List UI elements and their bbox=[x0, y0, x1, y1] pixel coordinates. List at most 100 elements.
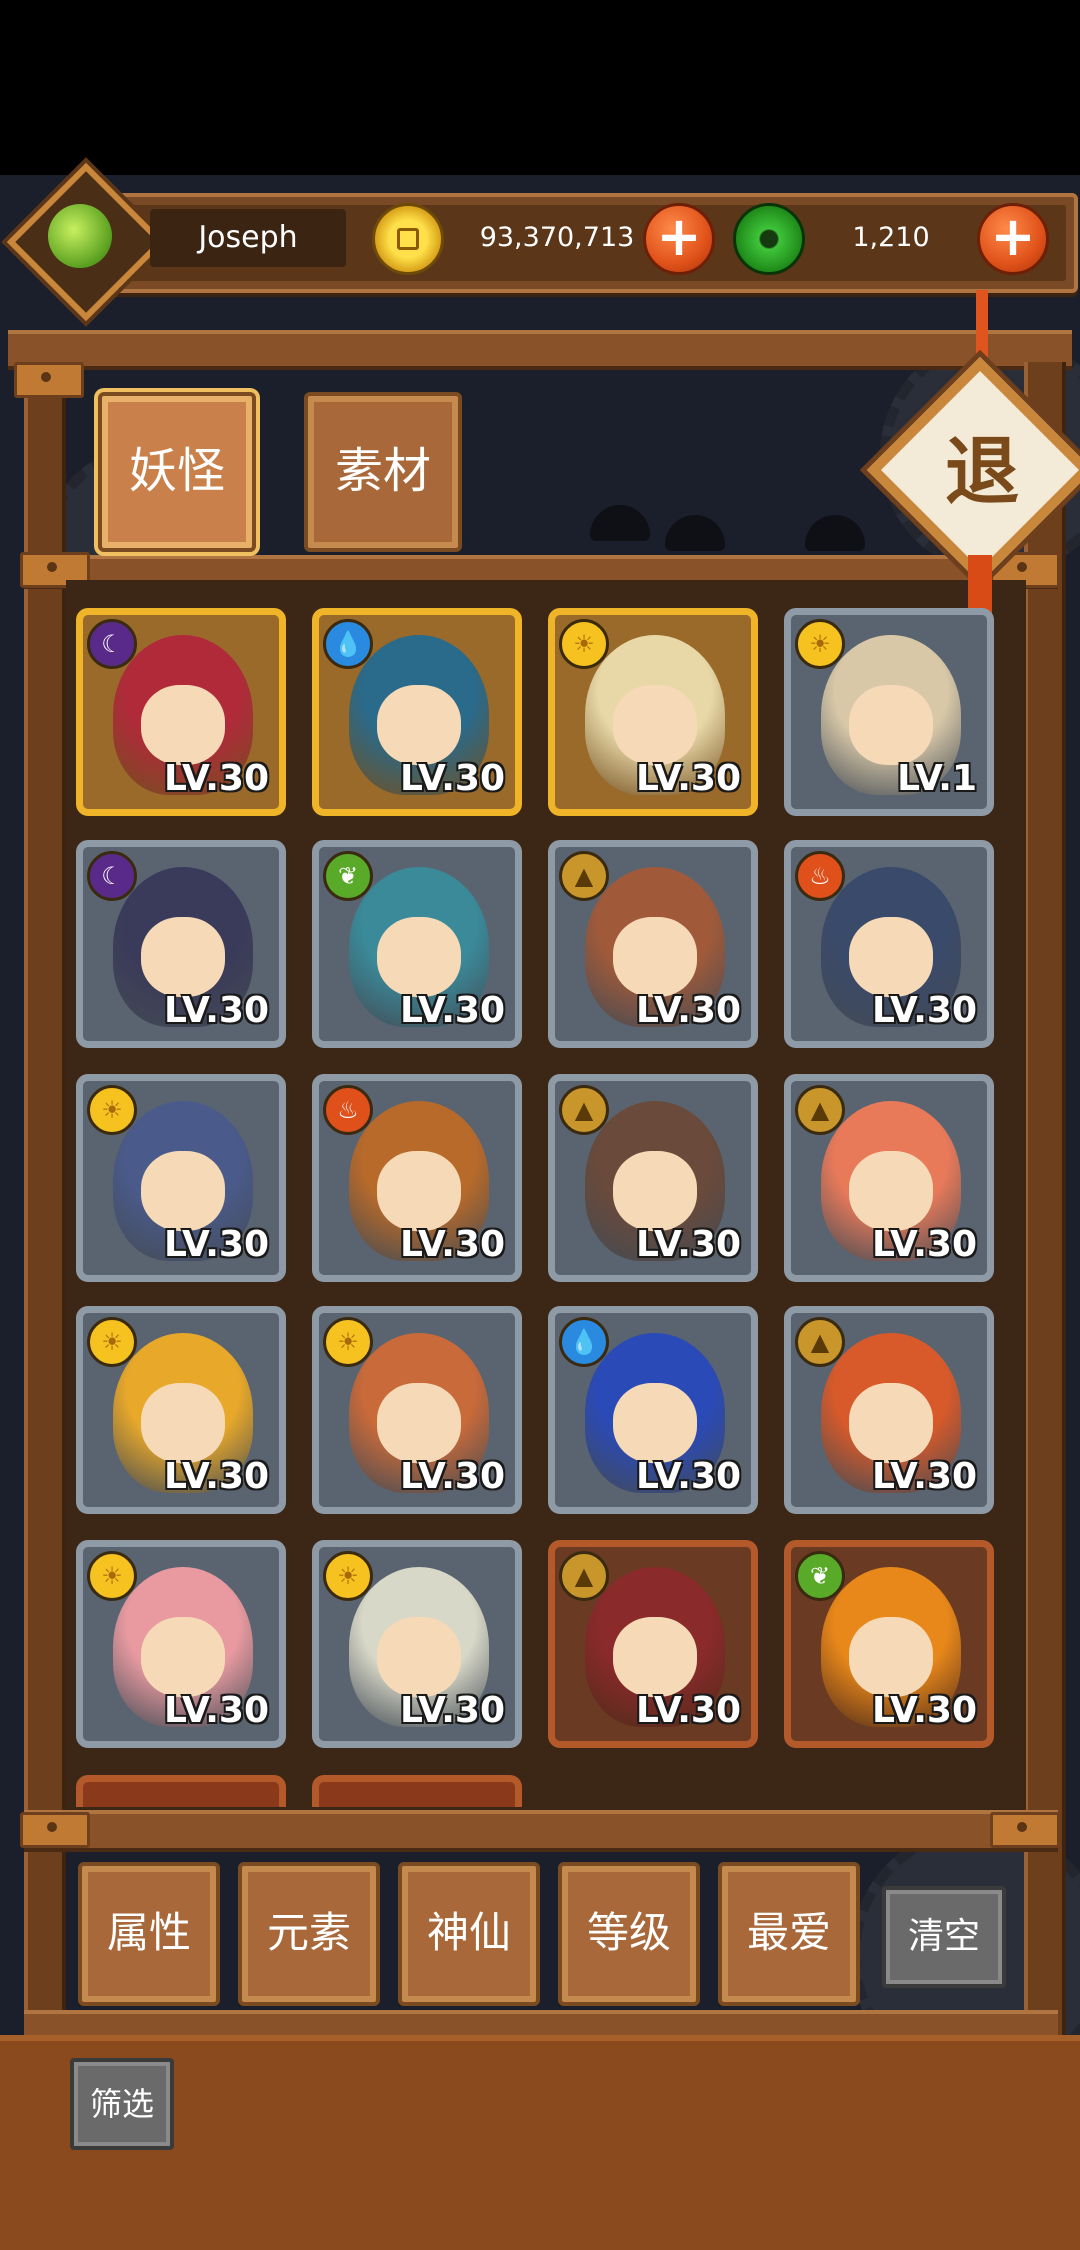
hero-level: LV.30 bbox=[400, 758, 505, 799]
hero-face bbox=[849, 1383, 933, 1463]
fire-element-icon: ♨ bbox=[795, 851, 845, 901]
jade-amount: 1,210 bbox=[852, 222, 930, 253]
left-post bbox=[24, 362, 66, 2042]
hero-card[interactable]: ☀ LV.30 bbox=[76, 1540, 286, 1748]
tab-monsters[interactable]: 妖怪 bbox=[98, 392, 256, 552]
hero-face bbox=[613, 1383, 697, 1463]
dark-element-icon: ☾ bbox=[87, 619, 137, 669]
lower-shelf bbox=[24, 1810, 1058, 1852]
hero-level: LV.30 bbox=[872, 1224, 977, 1265]
hero-card[interactable]: ☀ LV.1 bbox=[784, 608, 994, 816]
hero-face bbox=[141, 917, 225, 997]
hero-face bbox=[377, 1617, 461, 1697]
hero-card[interactable]: ❦ LV.30 bbox=[784, 1540, 994, 1748]
hero-card-partial[interactable] bbox=[312, 1775, 522, 1807]
hero-card[interactable]: ☾ LV.30 bbox=[76, 608, 286, 816]
hero-card[interactable]: ▲ LV.30 bbox=[548, 1540, 758, 1748]
hero-face bbox=[377, 1383, 461, 1463]
exit-label[interactable]: 退 bbox=[900, 390, 1064, 554]
sun-element-icon: ☀ bbox=[323, 1317, 373, 1367]
sun-element-icon: ☀ bbox=[87, 1551, 137, 1601]
earth-element-icon: ▲ bbox=[795, 1317, 845, 1367]
hero-face bbox=[141, 1383, 225, 1463]
hero-card[interactable]: ▲ LV.30 bbox=[784, 1306, 994, 1514]
filter-level-button[interactable]: 等级 bbox=[558, 1862, 700, 2006]
hero-level: LV.30 bbox=[400, 990, 505, 1031]
hero-face bbox=[849, 685, 933, 765]
hero-level: LV.30 bbox=[400, 1456, 505, 1497]
hero-level: LV.30 bbox=[872, 990, 977, 1031]
filter-attribute-button[interactable]: 属性 bbox=[78, 1862, 220, 2006]
dark-element-icon: ☾ bbox=[87, 851, 137, 901]
hero-face bbox=[141, 685, 225, 765]
coin-amount: 93,370,713 bbox=[479, 222, 635, 253]
hero-card[interactable]: ☀ LV.30 bbox=[76, 1306, 286, 1514]
earth-element-icon: ▲ bbox=[559, 1551, 609, 1601]
hero-face bbox=[613, 917, 697, 997]
hero-card[interactable]: ☀ LV.30 bbox=[312, 1306, 522, 1514]
hero-face bbox=[377, 1151, 461, 1231]
hero-level: LV.1 bbox=[897, 758, 977, 799]
hero-card[interactable]: 💧 LV.30 bbox=[312, 608, 522, 816]
leaf-element-icon: ❦ bbox=[795, 1551, 845, 1601]
hero-level: LV.30 bbox=[636, 990, 741, 1031]
sun-element-icon: ☀ bbox=[559, 619, 609, 669]
add-jade-button[interactable]: + bbox=[977, 203, 1049, 275]
hero-level: LV.30 bbox=[164, 1224, 269, 1265]
hero-level: LV.30 bbox=[164, 1690, 269, 1731]
hero-level: LV.30 bbox=[872, 1690, 977, 1731]
hero-level: LV.30 bbox=[164, 758, 269, 799]
earth-element-icon: ▲ bbox=[795, 1085, 845, 1135]
water-element-icon: 💧 bbox=[559, 1317, 609, 1367]
hero-face bbox=[377, 917, 461, 997]
earth-element-icon: ▲ bbox=[559, 1085, 609, 1135]
hero-level: LV.30 bbox=[636, 1456, 741, 1497]
player-name: Joseph bbox=[150, 209, 346, 267]
hero-card[interactable]: ♨ LV.30 bbox=[312, 1074, 522, 1282]
fire-element-icon: ♨ bbox=[323, 1085, 373, 1135]
hero-card[interactable]: ☾ LV.30 bbox=[76, 840, 286, 1048]
filter-element-button[interactable]: 元素 bbox=[238, 1862, 380, 2006]
sun-element-icon: ☀ bbox=[87, 1085, 137, 1135]
hero-level: LV.30 bbox=[400, 1224, 505, 1265]
clear-filter-button[interactable]: 清空 bbox=[882, 1886, 1006, 1988]
hero-card-partial[interactable] bbox=[76, 1775, 286, 1807]
hero-card[interactable]: 💧 LV.30 bbox=[548, 1306, 758, 1514]
shadow-creature bbox=[665, 515, 725, 551]
green-jade-emblem-icon bbox=[48, 204, 112, 268]
hero-level: LV.30 bbox=[636, 1690, 741, 1731]
hero-card[interactable]: ☀ LV.30 bbox=[548, 608, 758, 816]
hero-card[interactable]: ☀ LV.30 bbox=[76, 1074, 286, 1282]
hero-card[interactable]: ♨ LV.30 bbox=[784, 840, 994, 1048]
filter-toggle-button[interactable]: 筛选 bbox=[70, 2058, 174, 2150]
water-element-icon: 💧 bbox=[323, 619, 373, 669]
hero-face bbox=[141, 1617, 225, 1697]
hero-face bbox=[849, 1151, 933, 1231]
hero-face bbox=[849, 917, 933, 997]
hero-card[interactable]: ▲ LV.30 bbox=[548, 840, 758, 1048]
hero-face bbox=[613, 1617, 697, 1697]
tab-materials[interactable]: 素材 bbox=[304, 392, 462, 552]
sun-element-icon: ☀ bbox=[323, 1551, 373, 1601]
player-avatar[interactable] bbox=[6, 162, 166, 322]
hero-level: LV.30 bbox=[400, 1690, 505, 1731]
hero-face bbox=[141, 1151, 225, 1231]
hero-card[interactable]: ☀ LV.30 bbox=[312, 1540, 522, 1748]
frame-bracket bbox=[14, 362, 84, 398]
hero-card[interactable]: ▲ LV.30 bbox=[784, 1074, 994, 1282]
jade-disc-icon bbox=[733, 203, 805, 275]
top-beam bbox=[8, 330, 1072, 370]
hero-face bbox=[613, 1151, 697, 1231]
frame-bracket bbox=[990, 1812, 1060, 1848]
hero-level: LV.30 bbox=[636, 1224, 741, 1265]
hero-card[interactable]: ❦ LV.30 bbox=[312, 840, 522, 1048]
add-coins-button[interactable]: + bbox=[643, 203, 715, 275]
hero-level: LV.30 bbox=[872, 1456, 977, 1497]
filter-favorite-button[interactable]: 最爱 bbox=[718, 1862, 860, 2006]
hero-face bbox=[613, 685, 697, 765]
right-post bbox=[1024, 362, 1066, 2042]
hero-card[interactable]: ▲ LV.30 bbox=[548, 1074, 758, 1282]
filter-immortal-button[interactable]: 神仙 bbox=[398, 1862, 540, 2006]
earth-element-icon: ▲ bbox=[559, 851, 609, 901]
gold-coin-icon bbox=[372, 203, 444, 275]
